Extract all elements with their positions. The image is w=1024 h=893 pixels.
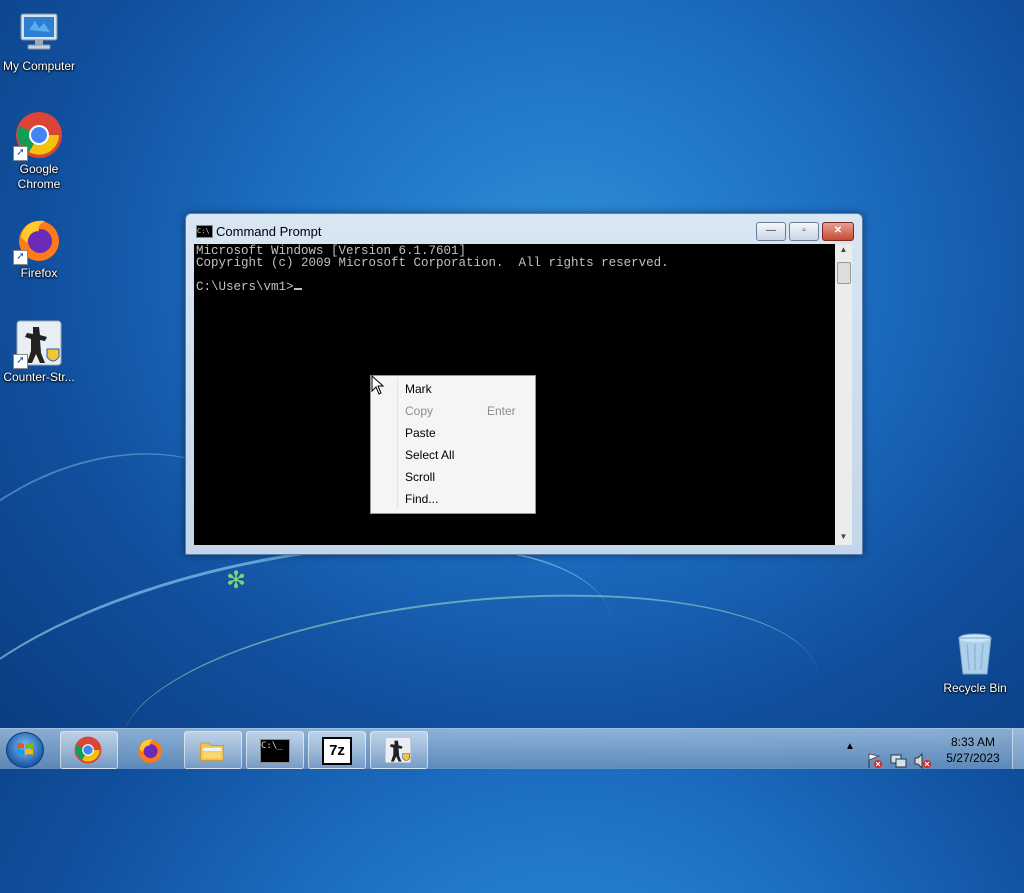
desktop-icon-firefox[interactable]: ➚ Firefox xyxy=(0,215,79,281)
chrome-icon xyxy=(74,736,102,764)
taskbar-chrome-button[interactable] xyxy=(60,731,118,769)
clock-time: 8:33 AM xyxy=(950,735,996,749)
counter-strike-icon xyxy=(384,736,412,764)
menu-gutter xyxy=(397,378,398,509)
desktop-icon-counter-strike[interactable]: ➚ Counter-Str... xyxy=(0,319,79,385)
clock-date: 5/27/2023 xyxy=(946,751,1000,765)
counter-strike-icon: ➚ xyxy=(13,319,63,369)
shortcut-arrow-icon: ➚ xyxy=(13,146,28,161)
action-center-icon[interactable] xyxy=(866,741,884,781)
cmd-icon: C:\ xyxy=(196,225,213,238)
mouse-pointer-icon xyxy=(371,375,385,395)
console-line: Copyright (c) 2009 Microsoft Corporation… xyxy=(196,256,669,270)
desktop-icon-label: My Computer xyxy=(2,59,76,73)
computer-icon xyxy=(15,8,63,56)
shortcut-arrow-icon: ➚ xyxy=(13,250,28,265)
firefox-icon: ➚ xyxy=(13,215,63,265)
window-title: Command Prompt xyxy=(216,224,322,239)
network-icon[interactable] xyxy=(890,741,908,781)
desktop-icon-my-computer[interactable]: My Computer xyxy=(0,8,79,74)
menu-item-paste[interactable]: Paste xyxy=(405,423,436,443)
menu-item-scroll[interactable]: Scroll xyxy=(405,467,435,487)
menu-item-copy-shortcut: Enter xyxy=(487,404,516,418)
desktop-icon-label: Counter-Str... xyxy=(3,370,75,384)
cmd-icon: C:\_ xyxy=(260,739,290,763)
desktop-icon-label: Recycle Bin xyxy=(943,681,1007,695)
maximize-button[interactable]: ▫ xyxy=(789,222,819,241)
volume-muted-icon[interactable] xyxy=(914,741,932,781)
menu-item-select-all[interactable]: Select All xyxy=(405,445,454,465)
minimize-button[interactable]: — xyxy=(756,222,786,241)
windows-logo-icon xyxy=(17,743,33,755)
text-cursor xyxy=(293,288,302,290)
scroll-down-arrow-icon[interactable]: ▼ xyxy=(835,532,852,541)
context-menu: Mark Copy Enter Paste Select All Scroll … xyxy=(370,375,536,514)
desktop-icon-label: Google Chrome xyxy=(17,162,61,191)
taskbar-counter-strike-button[interactable] xyxy=(370,731,428,769)
taskbar-cmd-button[interactable]: C:\_ xyxy=(246,731,304,769)
taskbar: C:\_ 7z ▲ 8:33 AM 5/27/2023 xyxy=(0,728,1024,770)
start-button[interactable] xyxy=(6,732,44,768)
vertical-scrollbar[interactable]: ▲ ▼ xyxy=(835,244,852,545)
recycle-bin-icon xyxy=(951,630,999,678)
close-button[interactable]: ✕ xyxy=(822,222,854,241)
menu-item-find[interactable]: Find... xyxy=(405,489,438,509)
desktop-icon-recycle-bin[interactable]: Recycle Bin xyxy=(935,630,1015,696)
firefox-icon xyxy=(138,739,162,763)
chrome-icon: ➚ xyxy=(13,111,63,161)
desktop-icon-google-chrome[interactable]: ➚ Google Chrome xyxy=(0,111,79,192)
scrollbar-thumb[interactable] xyxy=(837,262,851,284)
scroll-up-arrow-icon[interactable]: ▲ xyxy=(835,245,852,254)
explorer-icon xyxy=(200,742,224,761)
taskbar-7zip-button[interactable]: 7z xyxy=(308,731,366,769)
desktop-icon-label: Firefox xyxy=(20,266,58,280)
shortcut-arrow-icon: ➚ xyxy=(13,354,28,369)
wallpaper-logo: ✻ xyxy=(226,567,247,594)
taskbar-explorer-button[interactable] xyxy=(184,731,242,769)
console-prompt: C:\Users\vm1> xyxy=(196,280,294,294)
taskbar-firefox-button[interactable] xyxy=(122,731,180,769)
show-hidden-icons-button[interactable]: ▲ xyxy=(845,741,855,781)
system-clock[interactable]: 8:33 AM 5/27/2023 xyxy=(940,734,1006,766)
show-desktop-button[interactable] xyxy=(1012,729,1024,769)
menu-item-copy: Copy xyxy=(405,404,434,418)
menu-item-mark[interactable]: Mark xyxy=(405,379,432,399)
7zip-icon: 7z xyxy=(322,737,352,765)
